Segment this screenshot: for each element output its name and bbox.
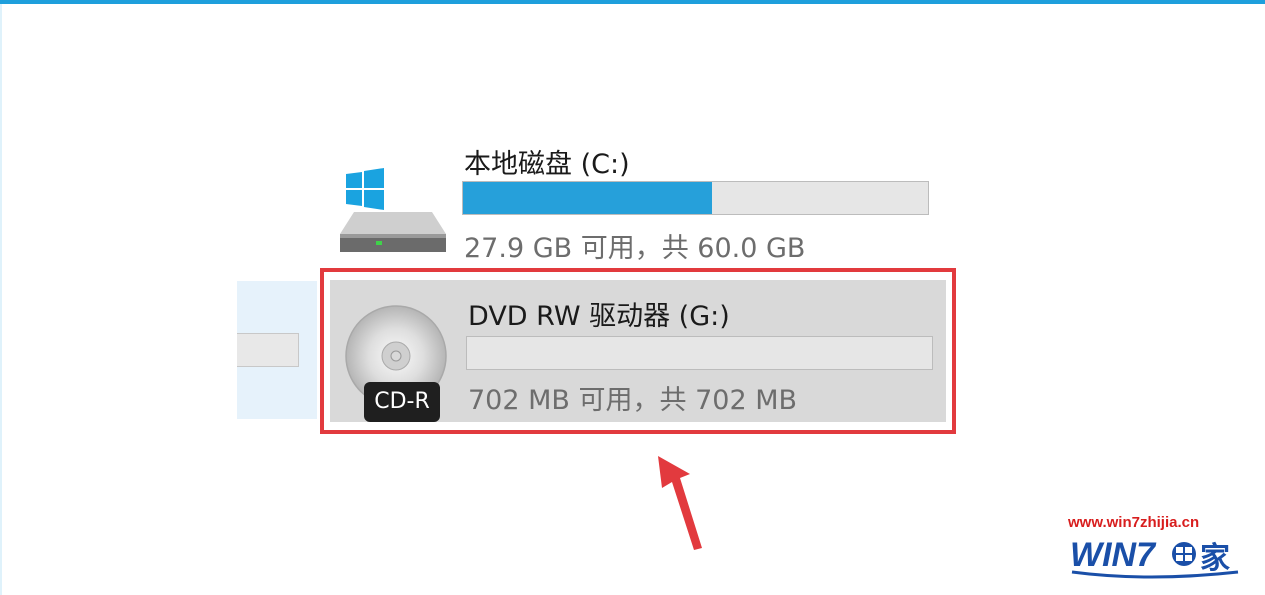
- drive-free-space: 27.9 GB 可用，共 60.0 GB: [464, 233, 806, 264]
- watermark-logo-suffix: 家: [1200, 541, 1230, 576]
- cd-r-badge: CD-R: [364, 382, 440, 422]
- drive-usage-fill: [463, 182, 712, 214]
- cd-rom-icon: CD-R: [344, 304, 460, 428]
- watermark-url: www.win7zhijia.cn: [1068, 514, 1200, 531]
- window-top-border: [0, 0, 1265, 4]
- annotation-arrow-icon: [658, 456, 702, 550]
- drive-usage-bar: [462, 181, 929, 215]
- drive-title: 本地磁盘 (C:): [464, 149, 630, 180]
- watermark-logo-text: WIN7: [1070, 536, 1157, 574]
- window-left-edge: [0, 4, 2, 595]
- drive-usage-bar: [466, 336, 933, 370]
- drive-free-space: 702 MB 可用，共 702 MB: [468, 385, 798, 416]
- drive-title: DVD RW 驱动器 (G:): [468, 301, 730, 332]
- drive-tile-c[interactable]: 本地磁盘 (C:) 27.9 GB 可用，共 60.0 GB: [330, 130, 950, 270]
- drive-tile-g-highlighted[interactable]: CD-R DVD RW 驱动器 (G:) 702 MB 可用，共 702 MB: [320, 268, 956, 434]
- hard-drive-windows-icon: [340, 168, 446, 252]
- drive-tile-g[interactable]: CD-R DVD RW 驱动器 (G:) 702 MB 可用，共 702 MB: [330, 280, 946, 422]
- neighbor-drive-usage-bar: [237, 333, 299, 367]
- watermark-logo: WIN7 家: [1070, 536, 1239, 579]
